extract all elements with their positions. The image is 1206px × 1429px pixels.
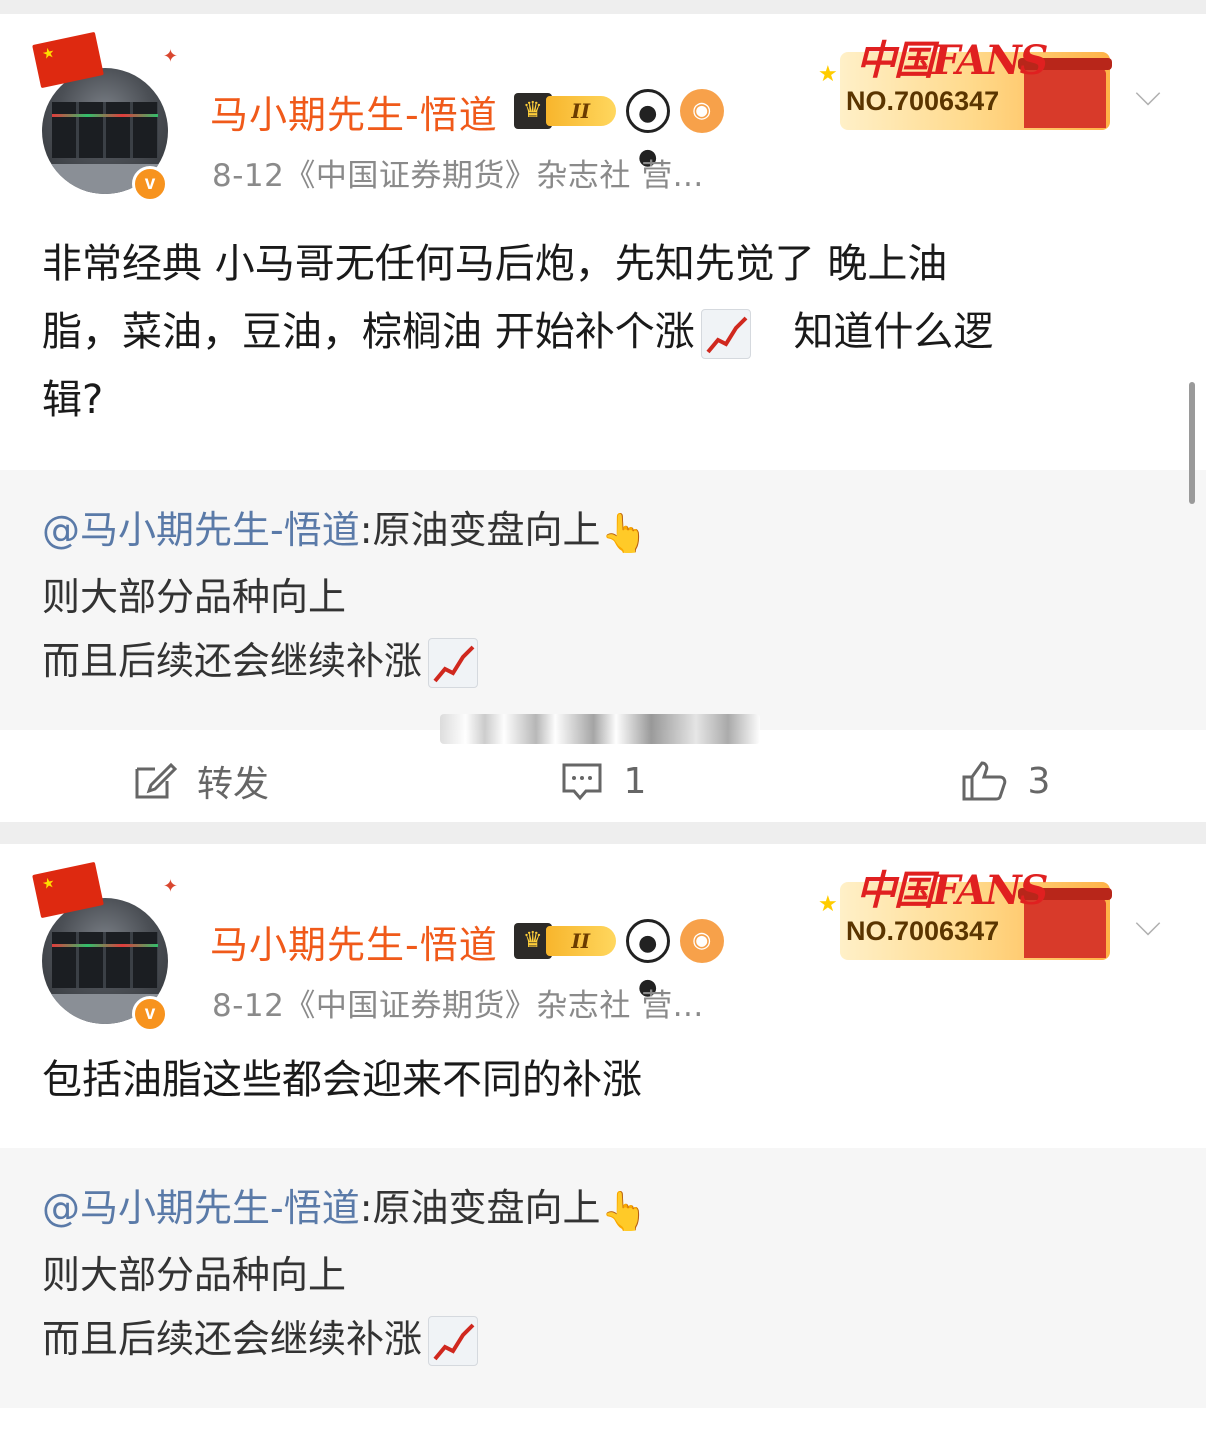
weibo-post: ★ ✦ v 马小期先生-悟道 ♛ II ● ● ◉ 8-12《中国证券期货》杂志… bbox=[0, 14, 1206, 822]
post-body: 包括油脂这些都会迎来不同的补涨 bbox=[42, 1046, 1172, 1114]
author-name[interactable]: 马小期先生-悟道 bbox=[210, 914, 498, 969]
level-label: II bbox=[545, 926, 616, 956]
verified-badge-icon: v bbox=[132, 996, 168, 1032]
post-body-line: 辑? bbox=[42, 377, 104, 423]
author-row: 马小期先生-悟道 ♛ II ● ● ◉ bbox=[210, 914, 724, 1000]
quote-text: 而且后续还会继续补涨 bbox=[42, 1316, 423, 1361]
comment-icon bbox=[562, 763, 602, 801]
top-gap bbox=[0, 0, 1206, 14]
level-label: II bbox=[545, 96, 616, 126]
star-icon: ★ bbox=[818, 62, 838, 87]
post-body-line: 脂，菜油，豆油，棕榈油 开始补个涨 bbox=[42, 309, 695, 355]
quote-text: 则大部分品种向上 bbox=[42, 574, 347, 619]
action-bar: 转发 1 3 bbox=[0, 739, 1206, 823]
pufferfish-icon[interactable]: ◉ bbox=[679, 89, 724, 133]
quote-text: :原油变盘向上 bbox=[359, 508, 601, 552]
weibo-post: ★ ✦ v 马小期先生-悟道 ♛ II ● ● ◉ 8-12《中国证券期货》杂志… bbox=[0, 844, 1206, 1429]
pointing-up-icon: 👆 bbox=[600, 510, 648, 555]
chevron-down-icon[interactable]: ⌵ bbox=[1128, 904, 1168, 944]
chart-up-icon bbox=[428, 638, 479, 688]
avatar[interactable]: ★ ✦ v bbox=[32, 31, 186, 208]
repost-label: 转发 bbox=[196, 764, 269, 805]
quote-text: 而且后续还会继续补涨 bbox=[42, 638, 423, 683]
comment-button[interactable]: 1 bbox=[402, 739, 804, 823]
post-meta: 8-12《中国证券期货》杂志社 营... bbox=[212, 158, 704, 194]
scrollbar[interactable] bbox=[1189, 382, 1195, 504]
post-body-line: 知道什么逻 bbox=[793, 309, 994, 355]
vip-level-badge[interactable]: ♛ II bbox=[513, 923, 616, 959]
avatar[interactable]: ★ ✦ v bbox=[32, 861, 186, 1038]
star-icon: ★ bbox=[818, 892, 838, 917]
post-body: 非常经典 小马哥无任何马后炮，先知先觉了 晚上油 脂，菜油，豆油，棕榈油 开始补… bbox=[42, 230, 1172, 434]
repost-button[interactable]: 转发 bbox=[0, 739, 402, 823]
panda-icon[interactable]: ● ● bbox=[625, 89, 670, 170]
like-button[interactable]: 3 bbox=[804, 739, 1206, 823]
post-body-line: 包括油脂这些都会迎来不同的补涨 bbox=[42, 1057, 642, 1103]
pointing-up-icon: 👆 bbox=[600, 1188, 648, 1233]
fans-logo: 中国FANS bbox=[856, 867, 1049, 914]
author-name[interactable]: 马小期先生-悟道 bbox=[210, 84, 498, 139]
post-meta: 8-12《中国证券期货》杂志社 营... bbox=[212, 988, 704, 1024]
author-row: 马小期先生-悟道 ♛ II ● ● ◉ bbox=[210, 84, 724, 170]
fans-number: NO.7006347 bbox=[846, 916, 1000, 946]
fans-logo: 中国FANS bbox=[856, 37, 1049, 84]
comment-count: 1 bbox=[623, 760, 647, 802]
quoted-post[interactable]: @马小期先生-悟道:原油变盘向上👆 则大部分品种向上 而且后续还会继续补涨 bbox=[0, 470, 1206, 730]
fans-number: NO.7006347 bbox=[846, 86, 1000, 116]
quoted-post[interactable]: @马小期先生-悟道:原油变盘向上👆 则大部分品种向上 而且后续还会继续补涨 bbox=[0, 1148, 1206, 1408]
verified-badge-icon: v bbox=[132, 166, 168, 202]
chart-up-icon bbox=[428, 1316, 479, 1366]
chevron-down-icon[interactable]: ⌵ bbox=[1128, 74, 1168, 114]
bird-icon: ✦ bbox=[162, 46, 178, 67]
pufferfish-icon[interactable]: ◉ bbox=[679, 919, 724, 963]
like-count: 3 bbox=[1027, 760, 1051, 802]
post-body-line: 非常经典 小马哥无任何马后炮，先知先觉了 晚上油 bbox=[42, 241, 948, 287]
mention-link[interactable]: @马小期先生-悟道 bbox=[42, 1186, 360, 1230]
vip-level-badge[interactable]: ♛ II bbox=[513, 93, 616, 129]
edit-square-icon bbox=[135, 762, 177, 799]
thumbs-up-icon bbox=[962, 761, 1006, 801]
fans-card[interactable]: ★ 中国FANS NO.7006347 bbox=[818, 28, 1118, 132]
mention-link[interactable]: @马小期先生-悟道 bbox=[42, 508, 360, 552]
quote-text: :原油变盘向上 bbox=[359, 1186, 601, 1230]
panda-icon[interactable]: ● ● bbox=[625, 919, 670, 1000]
quote-text: 则大部分品种向上 bbox=[42, 1252, 347, 1297]
bird-icon: ✦ bbox=[162, 876, 178, 897]
fans-card[interactable]: ★ 中国FANS NO.7006347 bbox=[818, 858, 1118, 962]
chart-up-icon bbox=[700, 309, 751, 359]
